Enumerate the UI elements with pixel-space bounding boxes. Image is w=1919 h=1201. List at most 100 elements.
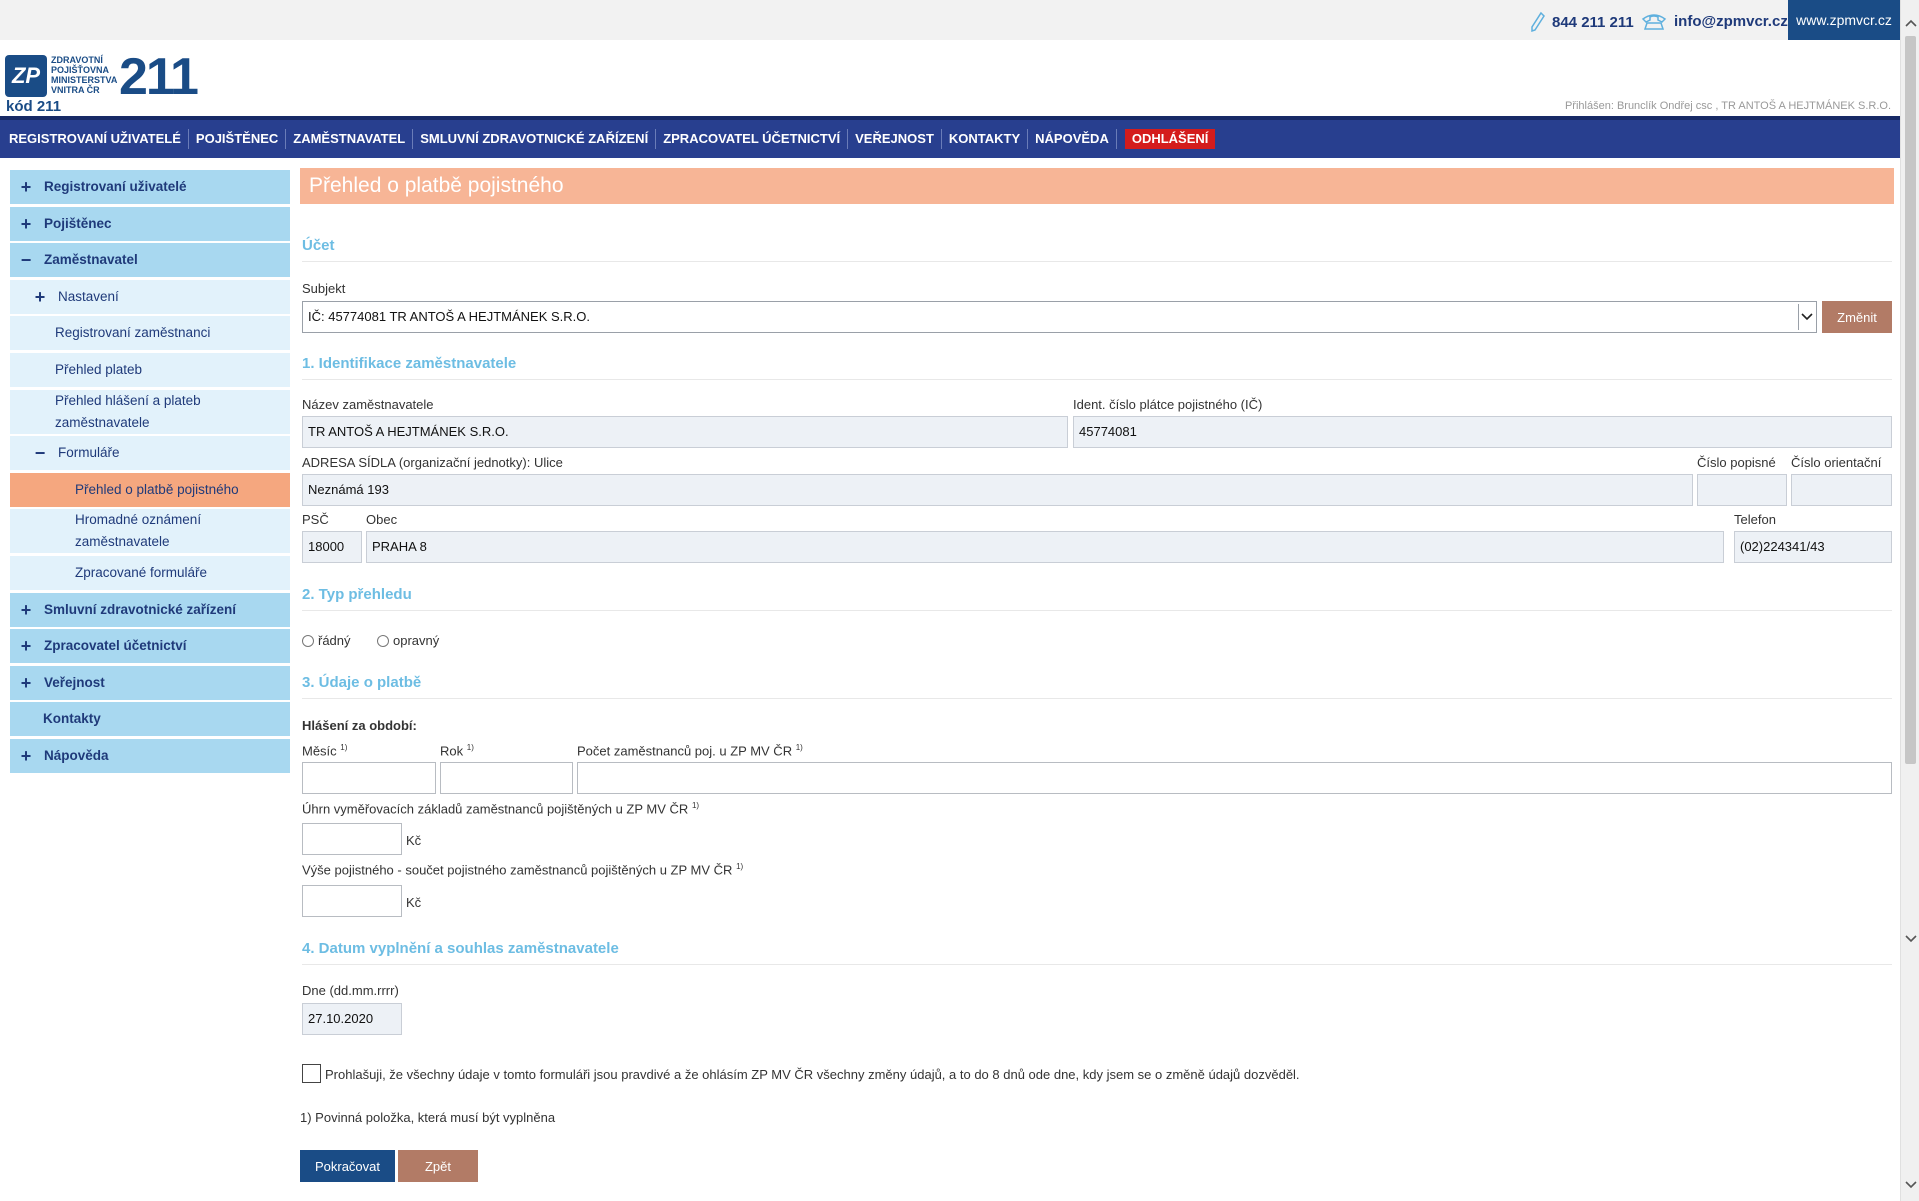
page-title: Přehled o platbě pojistného xyxy=(300,168,1894,204)
section-type-heading: 2. Typ přehledu xyxy=(302,586,1892,611)
logo-text: ZDRAVOTNÍ POJIŠŤOVNA MINISTERSTVA VNITRA… xyxy=(51,55,118,95)
expand-icon: + xyxy=(20,745,32,766)
pen-icon xyxy=(1531,11,1545,33)
nav-registered-users[interactable]: REGISTROVANÍ UŽIVATELÉ xyxy=(2,129,189,149)
nav-health-facility[interactable]: SMLUVNÍ ZDRAVOTNICKÉ ZAŘÍZENÍ xyxy=(413,129,657,149)
sidebar: + Registrovaní uživatelé + Pojištěnec − … xyxy=(10,170,290,776)
phone-number: 844 211 211 xyxy=(1552,13,1634,31)
expand-icon: + xyxy=(20,672,32,693)
change-button[interactable]: Změnit xyxy=(1822,301,1892,333)
sidebar-item-processed-forms[interactable]: Zpracované formuláře xyxy=(10,555,290,590)
orientation-number-field[interactable] xyxy=(1791,474,1892,506)
nav-logout[interactable]: ODHLÁŠENÍ xyxy=(1124,129,1216,149)
scrollbar[interactable] xyxy=(1900,0,1919,1201)
main-navigation: REGISTROVANÍ UŽIVATELÉ POJIŠTĚNEC ZAMĚST… xyxy=(0,116,1900,158)
street-field[interactable]: Neznámá 193 xyxy=(302,474,1693,506)
subject-label: Subjekt xyxy=(302,281,346,296)
sidebar-item-contacts[interactable]: Kontakty xyxy=(10,702,290,737)
sidebar-item-payment-overview[interactable]: Přehled o platbě pojistného xyxy=(10,472,290,507)
sidebar-item-registered-employees[interactable]: Registrovaní zaměstnanci xyxy=(10,316,290,351)
radio-regular[interactable]: řádný xyxy=(302,633,351,648)
scroll-up-icon[interactable] xyxy=(1904,16,1917,29)
sidebar-item-reports-payments[interactable]: Přehled hlášení a plateb zaměstnavatele xyxy=(10,389,290,434)
premium-label: Výše pojistného - součet pojistného zamě… xyxy=(302,862,744,878)
house-number-label: Číslo popisné xyxy=(1697,455,1776,470)
scroll-marker-icon xyxy=(1904,932,1917,945)
top-bar: 844 211 211 info@zpmvcr.cz www.zpmvcr.cz xyxy=(0,0,1900,40)
back-button[interactable]: Zpět xyxy=(398,1150,478,1182)
city-label: Obec xyxy=(366,512,398,527)
email-contact[interactable]: info@zpmvcr.cz xyxy=(1640,11,1788,31)
scroll-down-icon[interactable] xyxy=(1904,1178,1917,1191)
login-info: Přihlášen: Bruncl­ík Ondřej csc , TR ANT… xyxy=(1564,100,1891,112)
sidebar-item-health-facility[interactable]: + Smluvní zdravotnické zařízení xyxy=(10,592,290,627)
declaration-checkbox[interactable] xyxy=(302,1064,321,1083)
ic-field[interactable]: 45774081 xyxy=(1073,416,1892,448)
sidebar-item-settings[interactable]: + Nastavení xyxy=(10,279,290,314)
currency-label: Kč xyxy=(406,833,422,848)
year-input[interactable] xyxy=(440,762,573,794)
expand-icon: + xyxy=(20,636,32,657)
house-number-field[interactable] xyxy=(1697,474,1787,506)
sidebar-item-help[interactable]: + Nápověda xyxy=(10,738,290,773)
ic-label: Ident. číslo plátce pojistného (IČ) xyxy=(1073,397,1263,412)
sidebar-item-payments[interactable]: Přehled plateb xyxy=(10,352,290,387)
premium-input[interactable] xyxy=(302,885,402,917)
sidebar-item-public[interactable]: + Veřejnost xyxy=(10,665,290,700)
sidebar-item-employer[interactable]: − Zaměstnavatel xyxy=(10,243,290,278)
logo-code: kód 211 xyxy=(6,98,62,115)
section-account-heading: Účet xyxy=(302,237,1892,262)
nav-public[interactable]: VEŘEJNOST xyxy=(848,129,942,149)
logo-mark: ZP xyxy=(5,55,47,97)
collapse-icon: − xyxy=(20,250,32,271)
city-field[interactable]: PRAHA 8 xyxy=(366,531,1724,563)
employee-count-input[interactable] xyxy=(577,762,1892,794)
nav-accounting[interactable]: ZPRACOVATEL ÚČETNICTVÍ xyxy=(656,129,849,149)
nav-help[interactable]: NÁPOVĚDA xyxy=(1028,129,1117,149)
sidebar-item-bulk-notice[interactable]: Hromadné oznámení zaměstnavatele xyxy=(10,509,290,554)
expand-icon: + xyxy=(34,286,46,307)
year-label: Rok 1) xyxy=(440,743,474,759)
nav-insured[interactable]: POJIŠTĚNEC xyxy=(189,129,287,149)
date-field[interactable]: 27.10.2020 xyxy=(302,1003,402,1035)
sidebar-item-registered-users[interactable]: + Registrovaní uživatelé xyxy=(10,170,290,204)
month-input[interactable] xyxy=(302,762,436,794)
email-address: info@zpmvcr.cz xyxy=(1674,12,1788,30)
scroll-thumb[interactable] xyxy=(1905,36,1916,764)
radio-corrective[interactable]: opravný xyxy=(377,633,439,648)
orientation-number-label: Číslo orientační xyxy=(1791,455,1882,470)
radio-circle[interactable] xyxy=(302,634,314,647)
month-label: Měsíc 1) xyxy=(302,743,348,759)
main-content: Přehled o platbě pojistného Účet Subjekt… xyxy=(300,168,1894,1182)
sidebar-item-accounting[interactable]: + Zpracovatel účetnictví xyxy=(10,629,290,664)
telephone-icon xyxy=(1641,14,1667,30)
psc-field[interactable]: 18000 xyxy=(302,531,362,563)
phone-contact[interactable]: 844 211 211 xyxy=(1530,11,1634,33)
logo[interactable]: ZP ZDRAVOTNÍ POJIŠŤOVNA MINISTERSTVA VNI… xyxy=(5,51,199,115)
expand-icon: + xyxy=(20,177,32,197)
chevron-down-icon[interactable] xyxy=(1798,304,1815,330)
section-payment-heading: 3. Údaje o platbě xyxy=(302,674,1892,699)
date-label: Dne (dd.mm.rrrr) xyxy=(302,983,399,998)
currency-label: Kč xyxy=(406,895,422,910)
psc-label: PSČ xyxy=(302,512,329,527)
nav-contacts[interactable]: KONTAKTY xyxy=(942,129,1029,149)
sidebar-item-insured[interactable]: + Pojištěnec xyxy=(10,206,290,241)
employer-name-label: Název zaměstnavatele xyxy=(302,397,434,412)
nav-employer[interactable]: ZAMĚSTNAVATEL xyxy=(286,129,414,149)
period-label: Hlášení za období: xyxy=(302,718,417,733)
expand-icon: + xyxy=(20,599,32,620)
subject-select[interactable]: IČ: 45774081 TR ANTOŠ A HEJTMÁNEK S.R.O. xyxy=(302,301,1817,333)
phone-field[interactable]: (02)224341/43 xyxy=(1734,531,1892,563)
continue-button[interactable]: Pokračovat xyxy=(300,1150,395,1182)
phone-label: Telefon xyxy=(1734,512,1776,527)
collapse-icon: − xyxy=(34,443,46,464)
assessment-base-input[interactable] xyxy=(302,823,402,855)
section-date-heading: 4. Datum vyplnění a souhlas zaměstnavate… xyxy=(302,940,1892,965)
website-link[interactable]: www.zpmvcr.cz xyxy=(1788,0,1900,40)
sidebar-item-forms[interactable]: − Formuláře xyxy=(10,436,290,471)
assessment-base-label: Úhrn vyměřovacích základů zaměstnanců po… xyxy=(302,801,700,817)
required-footnote: 1) Povinná položka, která musí být vypln… xyxy=(300,1110,556,1125)
radio-circle[interactable] xyxy=(377,634,389,647)
employer-name-field[interactable]: TR ANTOŠ A HEJTMÁNEK S.R.O. xyxy=(302,416,1068,448)
